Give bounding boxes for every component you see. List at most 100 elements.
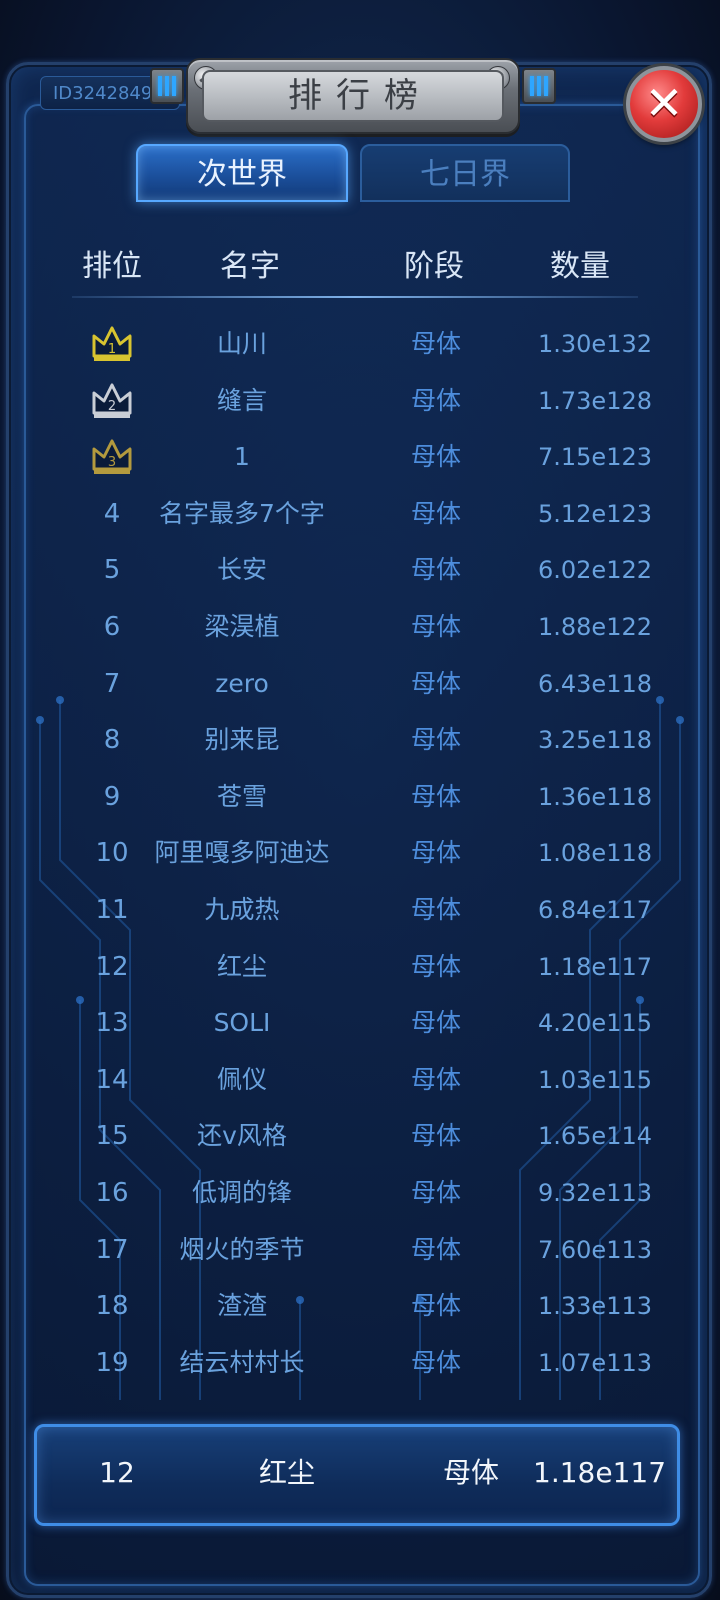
table-row: 18 渣渣 母体 1.33e113 [30, 1278, 690, 1335]
amount-cell: 7.15e123 [537, 443, 652, 472]
table-row: 11 九成热 母体 6.84e117 [30, 882, 690, 939]
rank-cell: 9 [103, 781, 121, 812]
amount-cell: 1.33e113 [537, 1292, 652, 1321]
amount-cell: 6.43e118 [537, 669, 652, 698]
amount-cell: 4.20e115 [537, 1009, 652, 1038]
amount-cell: 1.30e132 [537, 330, 652, 358]
table-header: 排位 名字 阶段 数量 [30, 242, 690, 292]
stage-cell: 母体 [410, 385, 461, 415]
close-button[interactable]: ✕ [626, 66, 702, 142]
leaderboard-screen: ID3242849 排行榜 ✕ 次世界 七日界 排位 名字 阶段 数量 1 山川母… [0, 0, 720, 1600]
medal-rank-number: 1 [108, 342, 116, 357]
rank-cell: 17 [95, 1234, 129, 1265]
name-cell: 别来昆 [204, 725, 280, 755]
left-vent-icon [150, 68, 184, 104]
table-row: 3 1 母体 7.15e123 [30, 429, 690, 486]
rank-cell: 4 [103, 498, 121, 529]
stage-cell: 母体 [410, 725, 461, 755]
stage-cell: 母体 [410, 951, 461, 981]
name-cell: 低调的锋 [191, 1177, 292, 1207]
name-cell: 苍雪 [216, 781, 267, 811]
name-cell: 缝言 [216, 385, 267, 415]
close-icon: ✕ [644, 76, 684, 130]
table-row: 4 名字最多7个字 母体 5.12e123 [30, 486, 690, 543]
table-body: 1 山川 母体 1.30e132 2 缝言 母体 1.73e128 3 1 母体 7.15e123 4 名… [30, 316, 690, 1391]
name-cell: 佩仪 [216, 1064, 267, 1094]
medal-rank-number: 3 [108, 455, 116, 470]
stage-cell: 母体 [410, 1177, 461, 1207]
table-row: 6 梁淏植 母体 1.88e122 [30, 599, 690, 656]
right-vent-icon [522, 68, 556, 104]
name-cell: 长安 [216, 555, 267, 585]
amount-cell: 1.08e118 [537, 839, 652, 868]
amount-cell: 1.88e122 [537, 612, 652, 641]
crown-icon: 1 [90, 324, 134, 364]
table-row: 14 佩仪 母体 1.03e115 [30, 1052, 690, 1109]
stage-cell: 母体 [410, 1234, 461, 1264]
stage-cell: 母体 [410, 1121, 461, 1151]
stage-cell: 母体 [410, 781, 461, 811]
rank-cell: 7 [103, 668, 121, 699]
name-cell: 山川 [216, 329, 267, 358]
my-rank: 12 [99, 1456, 135, 1489]
stage-cell: 母体 [410, 838, 461, 868]
name-cell: 还v风格 [197, 1121, 287, 1151]
amount-cell: 6.84e117 [537, 895, 652, 924]
header-rank: 排位 [82, 249, 142, 284]
table-row: 16 低调的锋 母体 9.32e113 [30, 1165, 690, 1222]
name-cell: 阿里嘎多阿迪达 [154, 838, 330, 868]
table-row: 1 山川 母体 1.30e132 [30, 316, 690, 373]
name-cell: 名字最多7个字 [159, 498, 325, 528]
amount-cell: 5.12e123 [537, 499, 652, 528]
header-stage: 阶段 [404, 249, 464, 284]
amount-cell: 1.03e115 [537, 1065, 652, 1094]
my-amount: 1.18e117 [533, 1456, 667, 1489]
stage-cell: 母体 [410, 1008, 461, 1038]
rank-cell: 8 [103, 725, 121, 756]
my-name: 红尘 [258, 1456, 315, 1489]
name-cell: 梁淏植 [204, 611, 280, 641]
stage-cell: 母体 [410, 442, 461, 472]
rank-cell: 15 [95, 1121, 129, 1152]
header-divider [72, 296, 638, 298]
name-cell: 渣渣 [216, 1291, 267, 1321]
leaderboard-table: 排位 名字 阶段 数量 1 山川 母体 1.30e132 2 缝言 母体 1.73e128 3 1… [30, 206, 690, 1396]
stage-cell: 母体 [410, 611, 461, 641]
rank-cell: 14 [95, 1064, 129, 1095]
rank-cell: 19 [95, 1347, 129, 1378]
rank-cell: 11 [95, 894, 129, 925]
my-stage: 母体 [442, 1456, 499, 1489]
name-cell: 烟火的季节 [179, 1234, 305, 1264]
stage-cell: 母体 [410, 894, 461, 924]
rank-cell: 18 [95, 1291, 129, 1322]
table-row: 17 烟火的季节 母体 7.60e113 [30, 1222, 690, 1279]
stage-cell: 母体 [410, 498, 461, 528]
table-row: 12 红尘 母体 1.18e117 [30, 939, 690, 996]
stage-cell: 母体 [410, 329, 461, 358]
tab-ci-shijie[interactable]: 次世界 [136, 144, 348, 202]
table-row: 2 缝言 母体 1.73e128 [30, 373, 690, 430]
stage-cell: 母体 [410, 668, 461, 698]
rank-cell: 12 [95, 951, 129, 982]
crown-icon: 2 [90, 381, 134, 421]
amount-cell: 9.32e113 [537, 1178, 652, 1207]
my-rank-bar: 12 红尘 母体 1.18e117 [34, 1424, 680, 1526]
table-row: 5 长安 母体 6.02e122 [30, 542, 690, 599]
amount-cell: 1.07e113 [537, 1348, 652, 1377]
amount-cell: 1.36e118 [537, 782, 652, 811]
rank-cell: 16 [95, 1177, 129, 1208]
stage-cell: 母体 [410, 1064, 461, 1094]
table-row: 9 苍雪 母体 1.36e118 [30, 769, 690, 826]
amount-cell: 1.18e117 [537, 952, 652, 981]
tab-qiri-jie[interactable]: 七日界 [360, 144, 570, 202]
table-row: 8 别来昆 母体 3.25e118 [30, 712, 690, 769]
table-row: 19 结云村村长 母体 1.07e113 [30, 1335, 690, 1392]
stage-cell: 母体 [410, 1291, 461, 1321]
rank-cell: 5 [103, 555, 121, 586]
rank-cell: 13 [95, 1008, 129, 1039]
page-title: 排行榜 [202, 70, 504, 122]
header-name: 名字 [220, 249, 280, 284]
table-row: 10 阿里嘎多阿迪达 母体 1.08e118 [30, 825, 690, 882]
amount-cell: 6.02e122 [537, 556, 652, 585]
table-row: 7 zero 母体 6.43e118 [30, 656, 690, 713]
